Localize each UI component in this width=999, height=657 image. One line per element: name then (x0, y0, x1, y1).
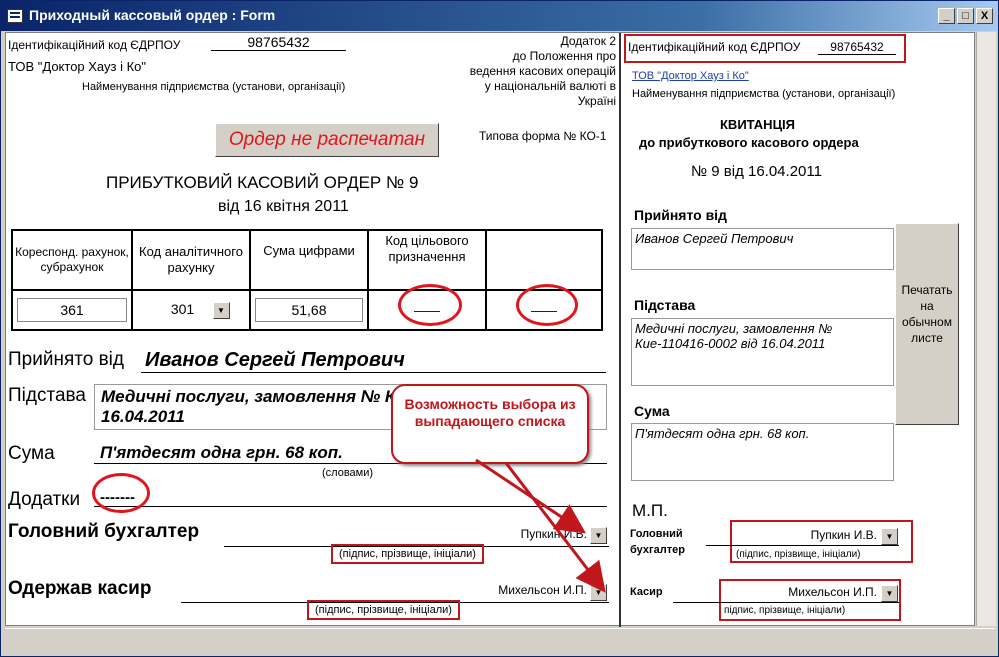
right-cashier-dropdown-icon[interactable]: ▼ (881, 585, 898, 602)
restore-button[interactable]: □ (957, 8, 974, 24)
receipt-number: № 9 від 16.04.2011 (691, 163, 822, 180)
right-cashier-label: Касир (630, 586, 663, 598)
vertical-scrollbar[interactable] (976, 32, 996, 626)
print-plain-button[interactable]: Печатать на обычном листе (895, 223, 959, 425)
window-title: Приходный кассовый ордер : Form (29, 7, 276, 23)
status-bar (5, 628, 995, 650)
receipt-title: КВИТАНЦІЯ (720, 117, 796, 132)
right-basis-value[interactable]: Медичні послуги, замовлення № Кие-110416… (631, 318, 894, 386)
right-edrpou-value[interactable]: 98765432 (818, 40, 896, 55)
right-sum-label: Сума (634, 403, 670, 419)
right-chief-caption: (підпис, прізвище, ініціали) (736, 549, 861, 560)
form-body: Ідентифікаційний код ЄДРПОУ 98765432 ТОВ… (5, 32, 975, 627)
close-button[interactable]: X (976, 8, 993, 24)
arrow-to-cashier (504, 462, 606, 593)
right-sum-value[interactable]: П'ятдесят одна грн. 68 коп. (631, 423, 894, 481)
title-bar[interactable]: Приходный кассовый ордер : Form _ □ X (1, 1, 998, 31)
right-org-caption: Найменування підприємства (установи, орг… (632, 88, 896, 100)
right-edrpou-label: Ідентифікаційний код ЄДРПОУ (628, 40, 801, 54)
right-chief-dropdown-icon[interactable]: ▼ (881, 528, 898, 545)
right-cashier-caption: підпис, прізвище, ініціали) (724, 605, 846, 616)
form-window: Приходный кассовый ордер : Form _ □ X Ід… (0, 0, 999, 657)
minimize-button[interactable]: _ (938, 8, 955, 24)
right-chief-label-1: Головний (630, 528, 683, 540)
right-cashier-select[interactable]: Михельсон И.П. (673, 585, 899, 603)
right-chief-select[interactable]: Пупкин И.В. (706, 528, 899, 546)
stamp-label: М.П. (632, 501, 668, 520)
right-org-name[interactable]: ТОВ "Доктор Хауз і Ко" (632, 70, 749, 82)
right-received-label: Прийнято від (634, 207, 727, 223)
form-icon (7, 9, 23, 23)
right-basis-label: Підстава (634, 297, 696, 313)
right-chief-label-2: бухгалтер (630, 544, 685, 556)
right-received-value[interactable]: Иванов Сергей Петрович (631, 228, 894, 270)
receipt-subtitle: до прибуткового касового ордера (639, 135, 859, 150)
arrow-to-chief (475, 458, 586, 534)
